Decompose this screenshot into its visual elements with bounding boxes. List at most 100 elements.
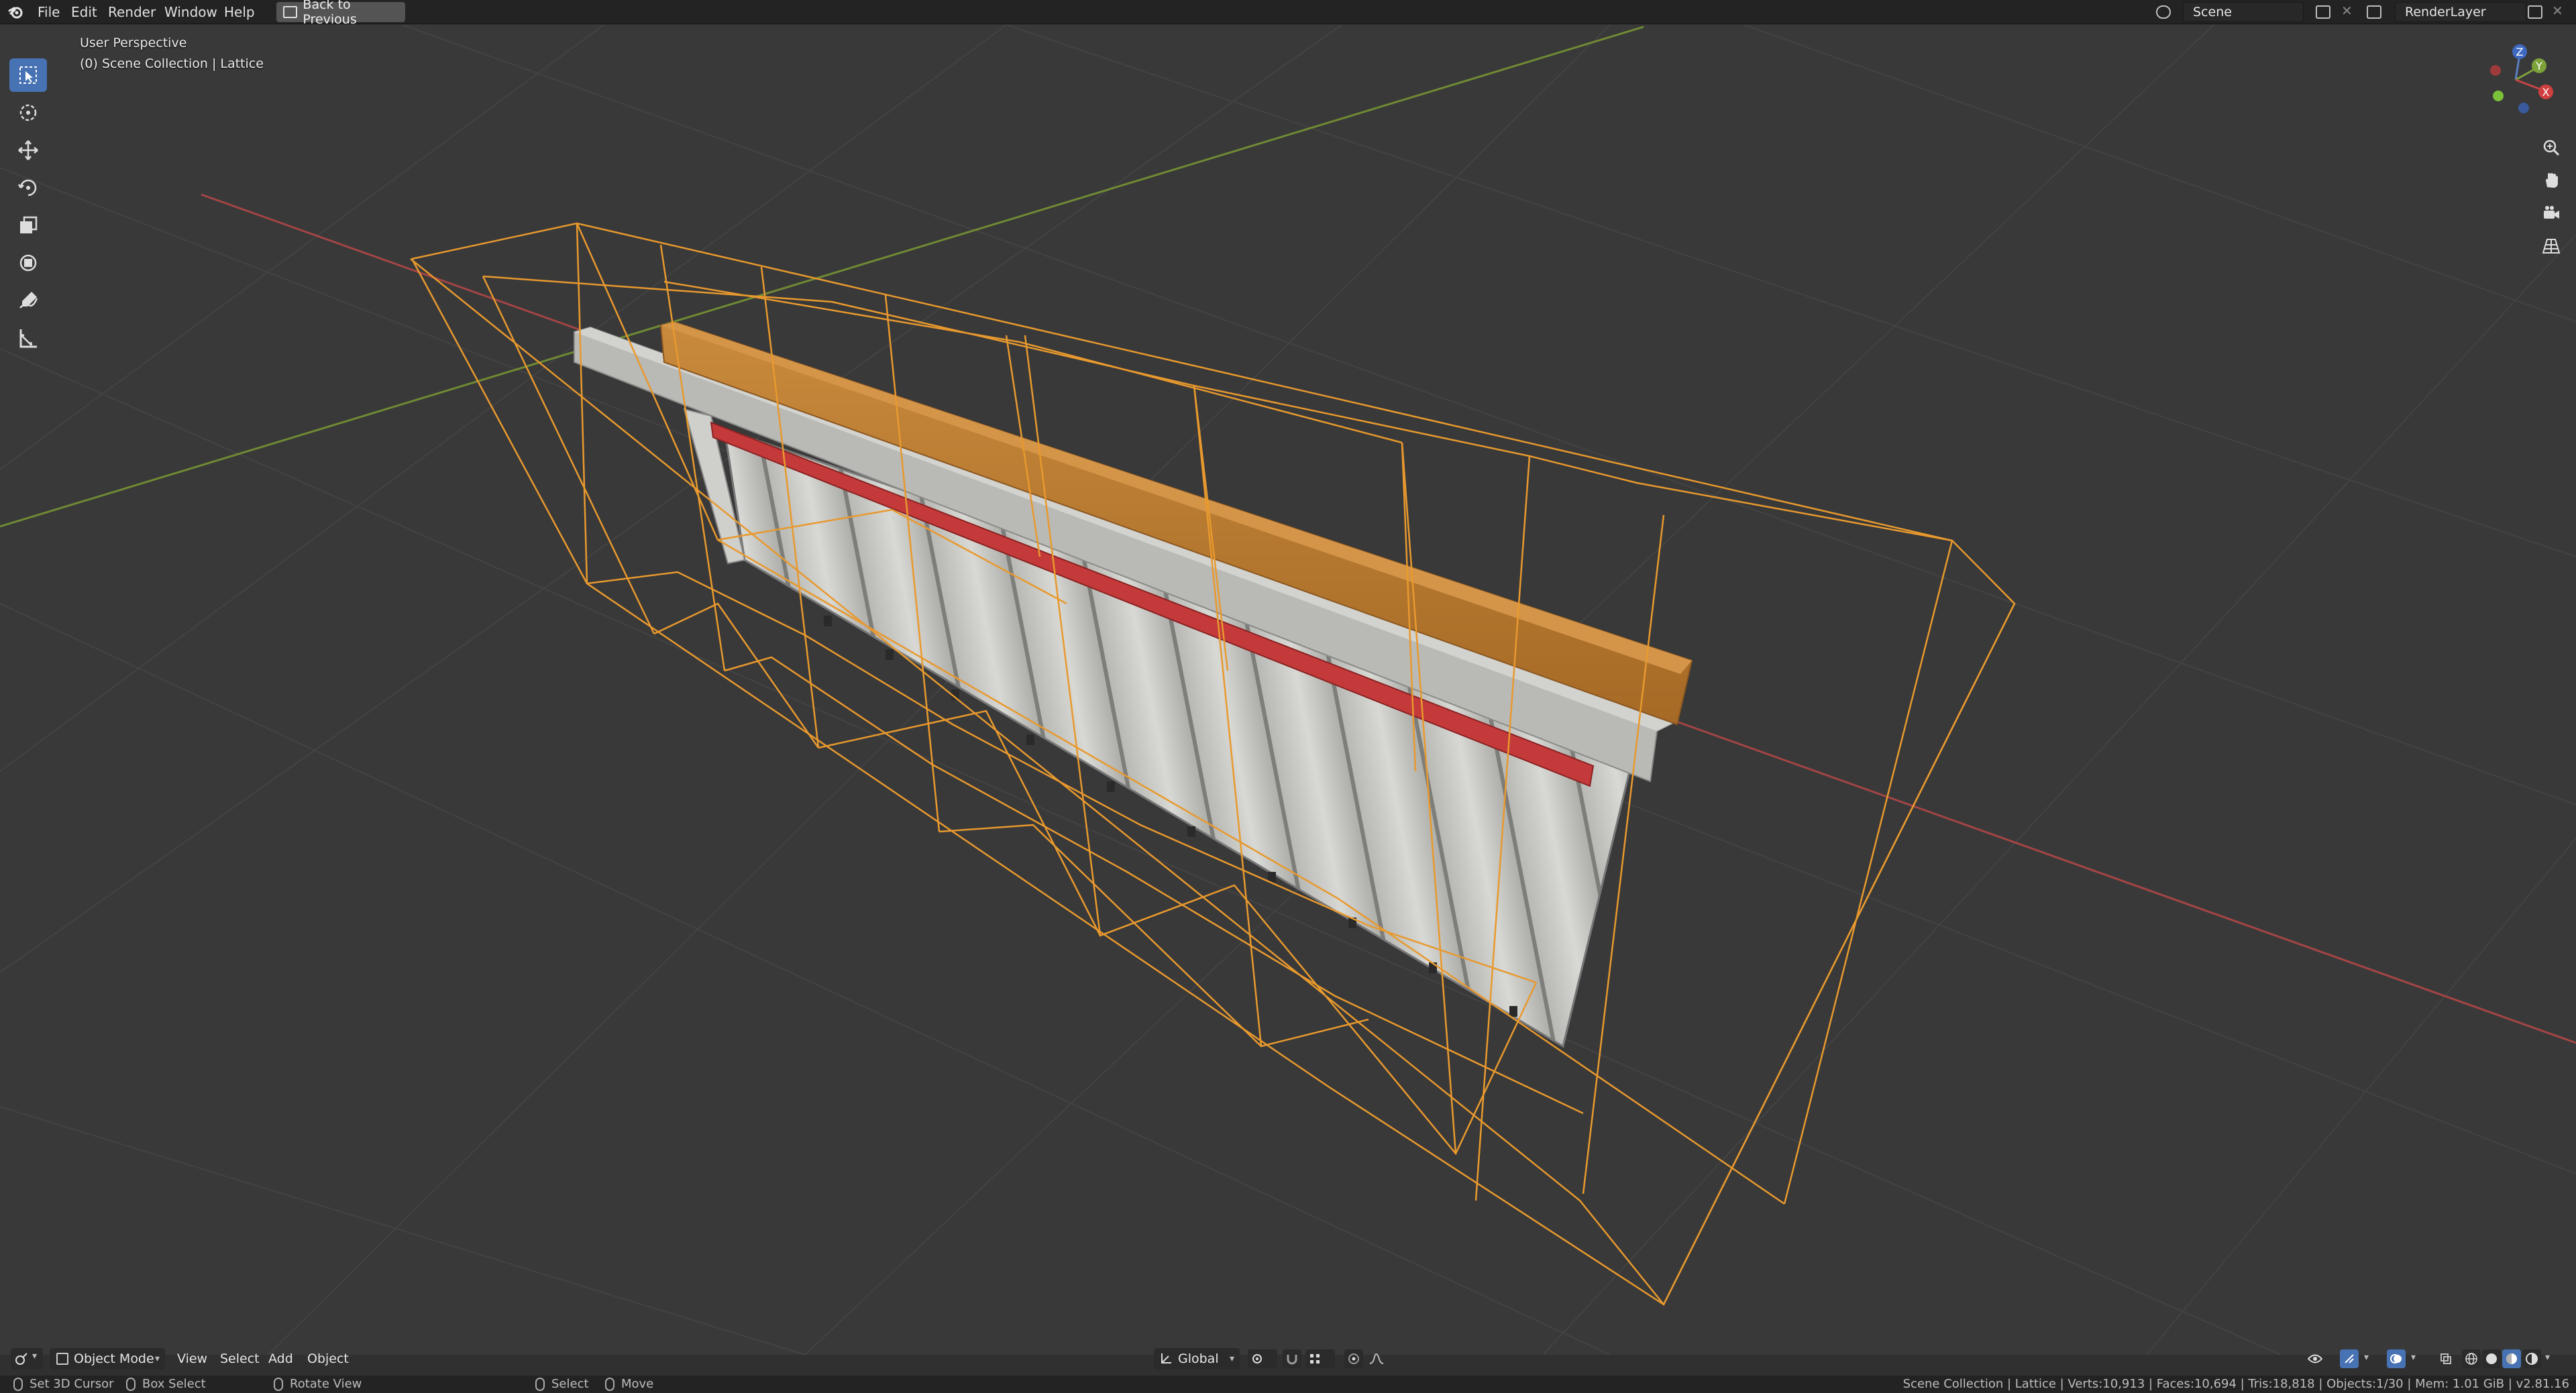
tool-rotate[interactable] <box>9 171 47 205</box>
hint-move: Move <box>605 1377 653 1391</box>
status-bar: Set 3D Cursor Box Select Rotate View Sel… <box>0 1376 2576 1393</box>
hint-set-3d-cursor: Set 3D Cursor <box>13 1377 113 1391</box>
overlays-toggle[interactable] <box>2387 1349 2406 1368</box>
header-menu-add[interactable]: Add <box>268 1348 293 1370</box>
navigation-gizmo[interactable]: Z Y X <box>2475 40 2556 120</box>
back-to-previous-button[interactable]: Back to Previous <box>276 0 405 27</box>
mouse-left-icon <box>13 1377 23 1391</box>
chevron-down-icon: ▾ <box>2411 1352 2416 1363</box>
gizmo-neg-z-icon[interactable] <box>2518 103 2529 113</box>
tool-move[interactable] <box>9 133 47 167</box>
render-layer-field[interactable]: RenderLayer <box>2395 2 2526 22</box>
tool-transform[interactable] <box>9 246 47 280</box>
tool-cursor[interactable] <box>9 96 47 129</box>
snap-target-dropdown[interactable] <box>1305 1349 1335 1368</box>
tool-measure[interactable] <box>9 321 47 355</box>
render-layer-name: RenderLayer <box>2405 5 2486 19</box>
gizmo-neg-y-icon[interactable] <box>2493 91 2504 101</box>
delete-view-layer-icon[interactable]: ✕ <box>2552 3 2563 19</box>
mouse-right-drag-icon <box>605 1377 614 1391</box>
pan-button[interactable] <box>2538 168 2564 193</box>
gizmo-toggle[interactable] <box>2340 1349 2359 1368</box>
rendered-sphere-icon <box>2526 1353 2538 1365</box>
magnet-icon <box>1287 1355 1297 1365</box>
new-view-layer-icon[interactable] <box>2528 5 2542 19</box>
hint-rotate-view: Rotate View <box>274 1377 362 1391</box>
editor-type-selector[interactable]: ▾ <box>11 1348 43 1370</box>
back-icon <box>283 6 298 18</box>
blender-logo-icon[interactable] <box>8 4 24 20</box>
tool-scale[interactable] <box>9 209 47 242</box>
3d-viewport[interactable]: User Perspective (0) Scene Collection | … <box>0 25 2576 1355</box>
railing-mesh[interactable] <box>574 321 1693 1048</box>
perspective-grid-icon <box>2542 239 2561 254</box>
pivot-point-dropdown[interactable] <box>1248 1349 1277 1368</box>
new-scene-icon[interactable] <box>2316 5 2330 19</box>
rotate-icon <box>17 179 37 197</box>
view-layer-browse-icon[interactable] <box>2367 5 2381 19</box>
chevron-down-icon: ▾ <box>2545 1352 2551 1363</box>
annotate-icon <box>19 292 38 309</box>
eye-icon <box>2308 1354 2322 1363</box>
gizmo-z-label: Z <box>2516 46 2524 58</box>
mouse-right-icon <box>535 1377 545 1391</box>
pivot-icon <box>1252 1354 1262 1363</box>
material-sphere-icon <box>2506 1353 2517 1364</box>
shading-rendered-button[interactable] <box>2522 1349 2541 1368</box>
scene-name-field[interactable]: Scene <box>2183 2 2304 22</box>
select-box-icon <box>19 66 37 84</box>
menu-help[interactable]: Help <box>224 0 255 24</box>
gizmo-neg-x-icon[interactable] <box>2490 65 2501 76</box>
wireframe-sphere-icon <box>2465 1353 2477 1365</box>
tool-annotate[interactable] <box>9 284 47 317</box>
overlays-icon <box>2390 1354 2402 1363</box>
delete-scene-icon[interactable]: ✕ <box>2341 3 2353 19</box>
view-name-label: User Perspective <box>80 36 187 50</box>
top-bar: File Edit Render Window Help Back to Pre… <box>0 0 2576 27</box>
scene-canvas[interactable] <box>0 25 2576 1355</box>
gizmo-x-label: X <box>2542 86 2550 99</box>
shading-wireframe-button[interactable] <box>2462 1349 2481 1368</box>
proportional-edit-toggle[interactable] <box>1344 1349 1363 1368</box>
3d-viewport-icon <box>15 1353 28 1365</box>
menu-edit[interactable]: Edit <box>71 0 97 24</box>
menu-render[interactable]: Render <box>108 0 156 24</box>
cursor-icon <box>19 104 37 121</box>
snap-toggle[interactable] <box>1283 1349 1301 1368</box>
header-menu-object[interactable]: Object <box>307 1348 349 1370</box>
transform-icon <box>19 254 37 272</box>
zoom-button[interactable] <box>2538 135 2564 160</box>
object-visibility-dropdown[interactable] <box>2305 1349 2332 1368</box>
perspective-toggle-button[interactable] <box>2538 233 2564 259</box>
mouse-middle-icon <box>274 1377 283 1391</box>
transform-orientation-dropdown[interactable]: Global ▾ <box>1154 1348 1240 1370</box>
xray-icon <box>2440 1353 2451 1364</box>
proportional-edit-icon <box>1348 1353 1359 1364</box>
pan-icon <box>2546 173 2558 188</box>
shading-options-dropdown[interactable]: ▾ <box>2542 1349 2557 1368</box>
camera-icon <box>2544 206 2559 219</box>
gizmo-options-dropdown[interactable]: ▾ <box>2361 1349 2376 1368</box>
header-menu-view[interactable]: View <box>177 1348 207 1370</box>
orientation-label: Global <box>1178 1351 1219 1366</box>
shading-material-button[interactable] <box>2502 1349 2521 1368</box>
snap-grid-icon <box>1310 1354 1320 1363</box>
tool-shelf <box>9 58 51 359</box>
proportional-falloff-dropdown[interactable] <box>1366 1349 1395 1368</box>
object-mode-label: Object Mode <box>74 1351 154 1366</box>
scene-browse-icon[interactable] <box>2156 5 2171 19</box>
shading-solid-button[interactable] <box>2482 1349 2501 1368</box>
object-mode-dropdown[interactable]: Object Mode ▾ <box>50 1348 165 1370</box>
menu-window[interactable]: Window <box>164 0 217 24</box>
header-menu-select[interactable]: Select <box>220 1348 260 1370</box>
xray-toggle[interactable] <box>2436 1349 2455 1368</box>
chevron-down-icon: ▾ <box>32 1351 38 1361</box>
scale-icon <box>20 216 38 233</box>
camera-view-button[interactable] <box>2538 201 2564 226</box>
back-button-label: Back to Previous <box>303 0 357 27</box>
falloff-curve-icon <box>1369 1353 1384 1364</box>
solid-sphere-icon <box>2486 1353 2497 1364</box>
tool-select-box[interactable] <box>9 58 47 92</box>
menu-file[interactable]: File <box>38 0 60 24</box>
overlays-options-dropdown[interactable]: ▾ <box>2408 1349 2423 1368</box>
